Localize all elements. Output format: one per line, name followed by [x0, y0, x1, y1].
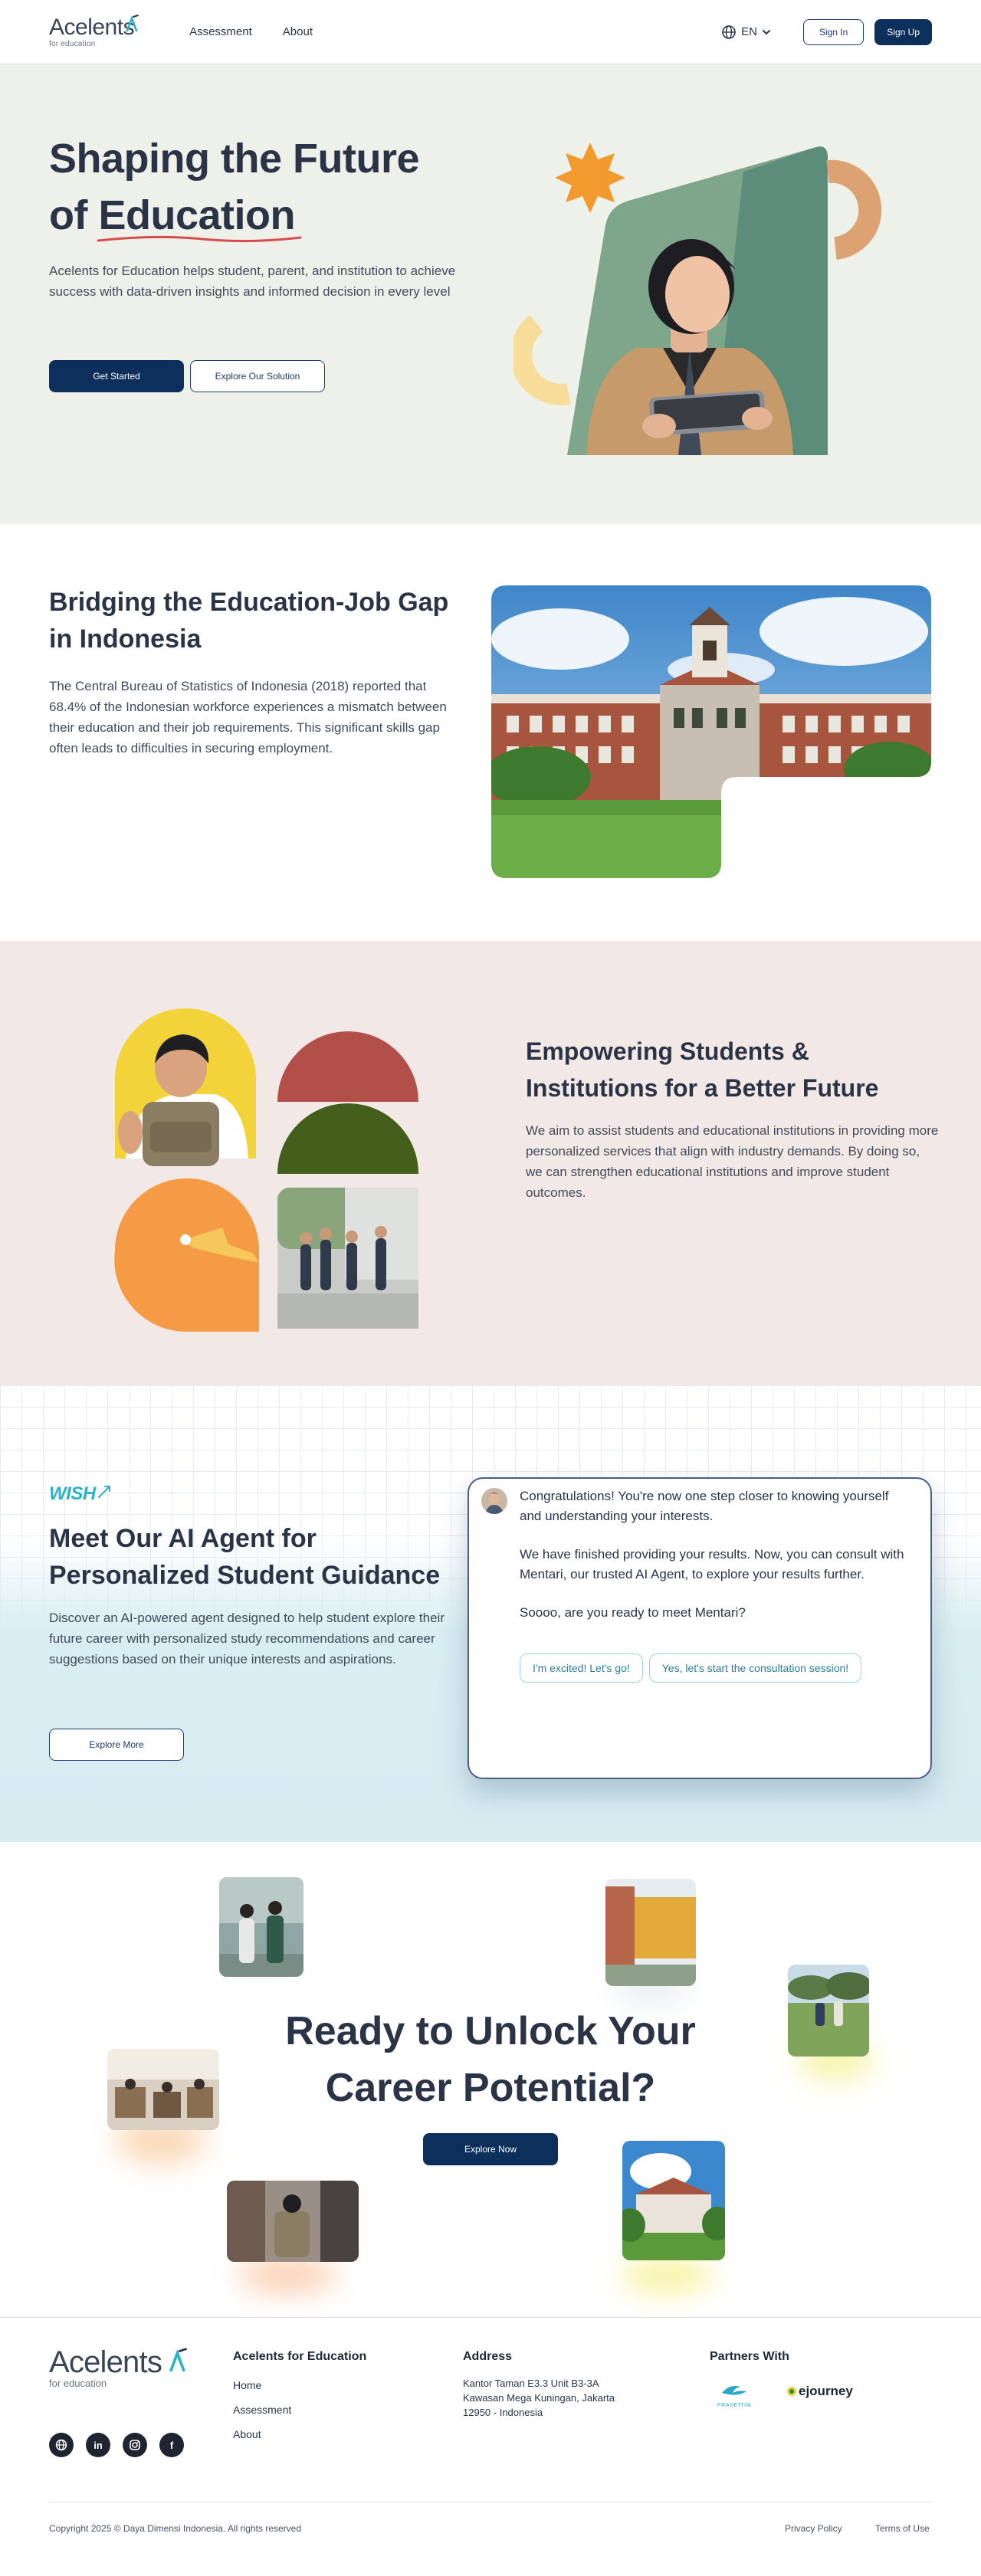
chat-messages: Congratulations! You're now one step clo…: [520, 1486, 910, 1641]
footer-address: Kantor Taman E3.3 Unit B3-3A Kawasan Meg…: [463, 2376, 647, 2420]
sign-up-button[interactable]: Sign Up: [874, 18, 932, 45]
chat-option-start-consultation[interactable]: Yes, let's start the consultation sessio…: [648, 1653, 862, 1683]
empower-description: We aim to assist students and educationa…: [526, 1123, 939, 1200]
chat-message: We have finished providing your results.…: [520, 1547, 904, 1581]
partner-logo-ejourney[interactable]: ejourney: [786, 2384, 853, 2399]
brand-name: Acelents: [49, 14, 135, 40]
copyright-text: Copyright 2025 © Daya Dimensi Indonesia.…: [49, 2523, 302, 2534]
agent-title: Meet Our AI Agent for Personalized Stude…: [49, 1524, 441, 1590]
chevron-down-icon: [762, 29, 770, 34]
bridge-section: Bridging the Education-Job Gap in Indone…: [0, 524, 981, 941]
address-line: Kawasan Mega Kuningan, Jakarta: [463, 2392, 615, 2404]
terms-of-use-link[interactable]: Terms of Use: [875, 2523, 930, 2534]
footer-link-home[interactable]: Home: [233, 2379, 261, 2391]
students-walking-photo: [219, 1877, 303, 1977]
partner-name: PRASETIYA: [717, 2403, 752, 2408]
modern-building-photo: [605, 1879, 696, 1986]
footer-link-assessment[interactable]: Assessment: [233, 2404, 291, 2416]
facebook-icon[interactable]: f: [159, 2433, 184, 2457]
footer-brand-tagline: for education: [49, 2378, 107, 2389]
globe-icon[interactable]: [49, 2433, 74, 2457]
chat-message: Soooo, are you ready to meet Mentari?: [520, 1605, 746, 1620]
cta-section: Ready to Unlock Your Career Potential? E…: [0, 1842, 981, 2317]
bridge-description: The Central Bureau of Statistics of Indo…: [49, 679, 447, 755]
chat-option-excited[interactable]: I'm excited! Let's go!: [520, 1653, 643, 1683]
nav-link-about[interactable]: About: [283, 25, 313, 38]
mentari-avatar: [481, 1488, 507, 1514]
footer-address-title: Address: [463, 2350, 513, 2363]
footer-link-about[interactable]: About: [233, 2428, 261, 2440]
bridge-title: Bridging the Education-Job Gap in Indone…: [49, 588, 449, 654]
cta-title-line2: Career Potential?: [325, 2066, 656, 2110]
footer-partners-title: Partners With: [710, 2350, 789, 2363]
hero-student-illustration: [513, 143, 882, 456]
partner-logo-prasetiya[interactable]: PRASETIYA: [710, 2382, 759, 2408]
privacy-policy-link[interactable]: Privacy Policy: [785, 2523, 842, 2534]
globe-icon: [722, 25, 736, 39]
hero-title-line1: Shaping the Future: [49, 136, 420, 182]
explore-more-button[interactable]: Explore More: [49, 1729, 184, 1761]
wish-star-icon: [98, 1486, 111, 1498]
prasetiya-logo-icon: [722, 2386, 746, 2395]
cta-title: Ready to Unlock Your Career Potential?: [0, 2003, 981, 2116]
chat-window: Congratulations! You're now one step clo…: [468, 1477, 932, 1779]
hero-title: Shaping the Future of Education: [49, 130, 478, 244]
top-nav: Acelents for education Assessment About …: [0, 0, 981, 64]
address-line: Kantor Taman E3.3 Unit B3-3A: [463, 2378, 599, 2389]
cta-title-line1: Ready to Unlock Your: [285, 2009, 696, 2053]
wish-logo: WISH: [49, 1483, 113, 1505]
logo-mark-icon: [126, 15, 139, 32]
wish-label: WISH: [49, 1483, 96, 1504]
university-building-image: [491, 585, 931, 878]
empower-title: Empowering Students & Institutions for a…: [526, 1037, 879, 1102]
brand-logo[interactable]: Acelents for education: [49, 14, 135, 48]
empower-section: Empowering Students & Institutions for a…: [0, 941, 981, 1385]
explore-now-button[interactable]: Explore Now: [423, 2133, 558, 2165]
agent-description: Discover an AI-powered agent designed to…: [49, 1611, 445, 1667]
explore-solution-button[interactable]: Explore Our Solution: [190, 360, 325, 392]
hero-description: Acelents for Education helps student, pa…: [49, 264, 456, 299]
chat-message: Congratulations! You're now one step clo…: [520, 1489, 889, 1523]
sign-in-button[interactable]: Sign In: [802, 18, 865, 45]
footer-brand-name: Acelents: [49, 2345, 162, 2379]
nav-links: Assessment About: [189, 25, 313, 38]
language-selector[interactable]: EN: [721, 25, 771, 40]
instagram-icon[interactable]: [123, 2433, 147, 2457]
footer-company-title: Acelents for Education: [233, 2350, 367, 2363]
footer-logo-mark-icon: [169, 2348, 187, 2372]
footer-logo[interactable]: Acelents for education: [49, 2347, 162, 2390]
ejourney-logo-icon: [787, 2387, 796, 2396]
footer: Acelents for education in f Acelents for…: [0, 2317, 981, 2573]
hero-section: Shaping the Future of Education Acelents…: [0, 64, 981, 524]
chat-options: I'm excited! Let's go! Yes, let's start …: [520, 1653, 862, 1683]
address-line: 12950 - Indonesia: [463, 2407, 543, 2418]
partner-name: ejourney: [799, 2384, 853, 2398]
title-underline-decoration: [97, 235, 302, 243]
ai-agent-section: WISH Meet Our AI Agent for Personalized …: [0, 1385, 981, 1842]
nav-link-assessment[interactable]: Assessment: [189, 25, 252, 38]
language-label: EN: [741, 25, 757, 38]
empower-collage-illustration: [114, 1008, 418, 1332]
hero-title-line2: of Education: [49, 192, 295, 238]
student-backpack-photo: [227, 2181, 359, 2262]
brand-tagline: for education: [49, 39, 96, 48]
get-started-button[interactable]: Get Started: [49, 360, 184, 392]
linkedin-icon[interactable]: in: [86, 2433, 110, 2457]
nav-actions: EN Sign In Sign Up: [721, 18, 932, 45]
white-building-photo: [622, 2141, 725, 2260]
